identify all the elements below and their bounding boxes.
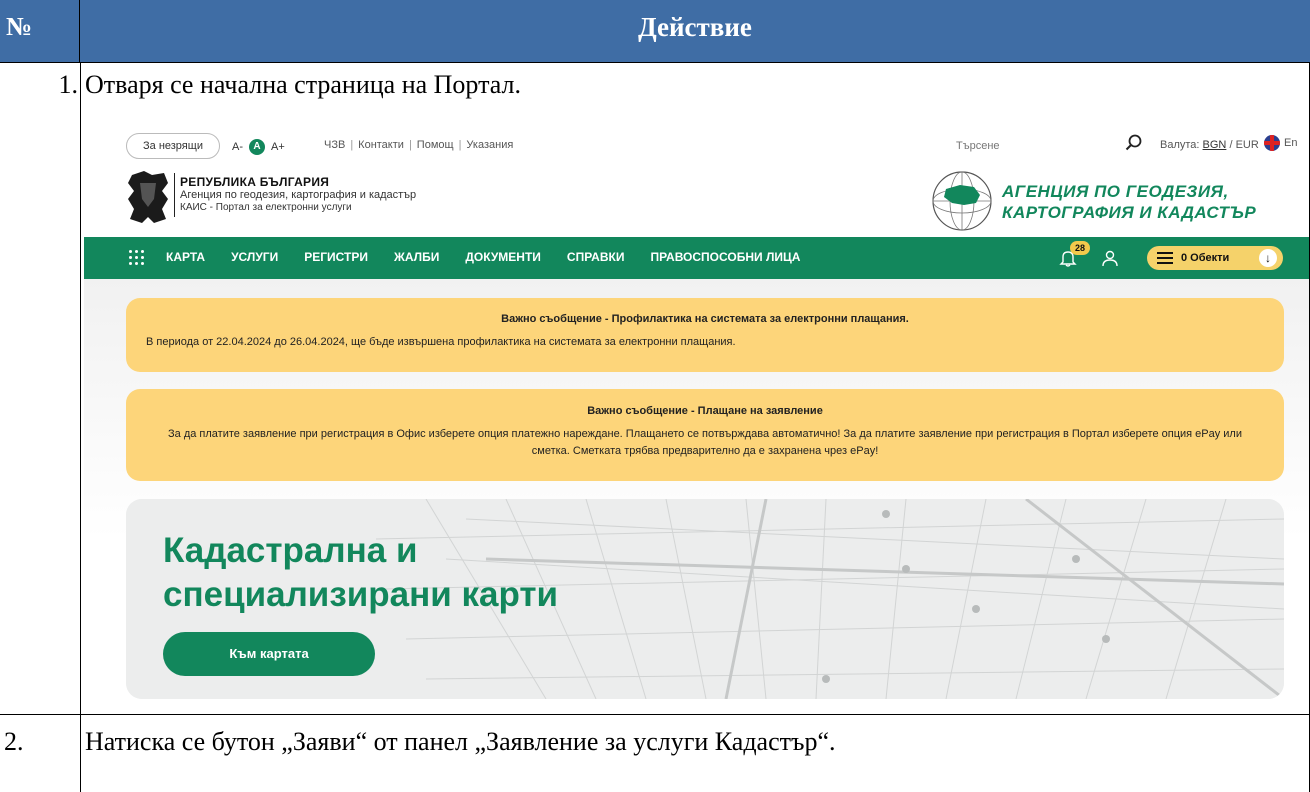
notice-title: Важно съобщение - Плащане на заявление	[587, 405, 823, 417]
header-action: Действие	[638, 12, 752, 42]
language-switch[interactable]: En	[1264, 135, 1297, 151]
nav-item-map[interactable]: КАРТА	[166, 250, 205, 264]
search-icon[interactable]	[1124, 133, 1144, 153]
agency-wordmark-line1: АГЕНЦИЯ ПО ГЕОДЕЗИЯ,	[1002, 182, 1229, 201]
table-header-row: № Действие	[0, 0, 1310, 63]
notice-text: За да платите заявление при регистрация …	[168, 428, 1242, 457]
nav-item-references[interactable]: СПРАВКИ	[567, 250, 625, 264]
nav-item-services[interactable]: УСЛУГИ	[231, 250, 278, 264]
help-link[interactable]: Помощ	[417, 139, 454, 151]
nav-items: КАРТА УСЛУГИ РЕГИСТРИ ЖАЛБИ ДОКУМЕНТИ СП…	[166, 250, 800, 264]
currency-switch: Валута: BGN / EUR	[1160, 139, 1259, 151]
currency-separator: /	[1229, 139, 1233, 151]
nav-item-documents[interactable]: ДОКУМЕНТИ	[465, 250, 541, 264]
currency-label: Валута:	[1160, 139, 1200, 151]
user-icon[interactable]	[1101, 249, 1119, 267]
agency-wordmark-line2: КАРТОГРАФИЯ И КАДАСТЪР	[1002, 203, 1257, 222]
font-normal-button[interactable]: A	[249, 139, 265, 155]
bulgarian-crest-icon	[128, 171, 168, 223]
instructions-link[interactable]: Указания	[466, 139, 513, 151]
apps-grid-icon[interactable]	[129, 250, 145, 266]
hero-title-line1: Кадастрална и	[163, 531, 418, 570]
separator: |	[458, 139, 462, 151]
agency-wordmark: АГЕНЦИЯ ПО ГЕОДЕЗИЯ, КАРТОГРАФИЯ И КАДАС…	[1002, 181, 1256, 223]
uk-flag-icon	[1264, 135, 1280, 151]
agency-name: Агенция по геодезия, картография и кадас…	[180, 189, 417, 201]
hero-title-line2: специализирани карти	[163, 575, 559, 614]
row-2-text: Натиска се бутон „Заяви“ от панел „Заявл…	[85, 727, 836, 756]
separator: |	[350, 139, 354, 151]
top-links: ЧЗВ | Контакти | Помощ | Указания	[324, 139, 513, 151]
main-nav: КАРТА УСЛУГИ РЕГИСТРИ ЖАЛБИ ДОКУМЕНТИ СП…	[84, 237, 1309, 279]
header-number: №	[0, 0, 80, 63]
language-label: En	[1284, 137, 1298, 149]
cart-label: 0 Обекти	[1181, 252, 1230, 264]
notice-maintenance: Важно съобщение - Профилактика на систем…	[126, 298, 1284, 372]
to-map-button[interactable]: Към картата	[163, 632, 375, 676]
font-decrease-button[interactable]: A-	[232, 141, 243, 153]
nav-item-licensed-persons[interactable]: ПРАВОСПОСОБНИ ЛИЦА	[650, 250, 800, 264]
map-hero-banner: Кадастрална и специализирани карти Към к…	[126, 499, 1284, 699]
notice-text: В периода от 22.04.2024 до 26.04.2024, щ…	[146, 336, 736, 348]
row-2-number: 2.	[4, 727, 24, 756]
font-size-controls: A- A A+	[232, 139, 285, 155]
agency-globe-logo-icon	[932, 171, 992, 231]
notification-badge: 28	[1070, 241, 1090, 255]
portal-topbar: За незрящи A- A A+ ЧЗВ | Контакти | Помощ | Ук…	[84, 113, 1309, 159]
hero-title: Кадастрална и специализирани карти	[163, 529, 558, 617]
column-divider	[80, 63, 81, 792]
nav-item-complaints[interactable]: ЖАЛБИ	[394, 250, 439, 264]
republic-title: РЕПУБЛИКА БЪЛГАРИЯ	[180, 175, 330, 189]
accessibility-button[interactable]: За незрящи	[126, 133, 220, 159]
currency-bgn[interactable]: BGN	[1203, 139, 1227, 151]
row-1-number: 1.	[58, 70, 79, 99]
objects-cart-button[interactable]: 0 Обекти ↓	[1147, 246, 1283, 270]
notice-payment: Важно съобщение - Плащане на заявление З…	[126, 389, 1284, 481]
arrow-down-icon: ↓	[1259, 249, 1277, 267]
instruction-table: № Действие 1. Отваря се начална страница…	[0, 0, 1310, 792]
currency-eur[interactable]: EUR	[1236, 139, 1259, 151]
font-increase-button[interactable]: A+	[271, 141, 285, 153]
faq-link[interactable]: ЧЗВ	[324, 139, 345, 151]
menu-lines-icon	[1157, 252, 1173, 264]
search-input[interactable]: Търсене	[956, 140, 1106, 152]
notice-title: Важно съобщение - Профилактика на систем…	[501, 313, 909, 325]
nav-item-registers[interactable]: РЕГИСТРИ	[304, 250, 368, 264]
portal-screenshot: За незрящи A- A A+ ЧЗВ | Контакти | Помощ | Ук…	[84, 113, 1309, 713]
contacts-link[interactable]: Контакти	[358, 139, 404, 151]
separator: |	[408, 139, 412, 151]
portal-name: КАИС - Портал за електронни услуги	[180, 202, 352, 213]
row-divider	[0, 714, 1310, 715]
branding-divider	[174, 173, 175, 217]
row-1-text: Отваря се начална страница на Портал.	[85, 70, 522, 99]
